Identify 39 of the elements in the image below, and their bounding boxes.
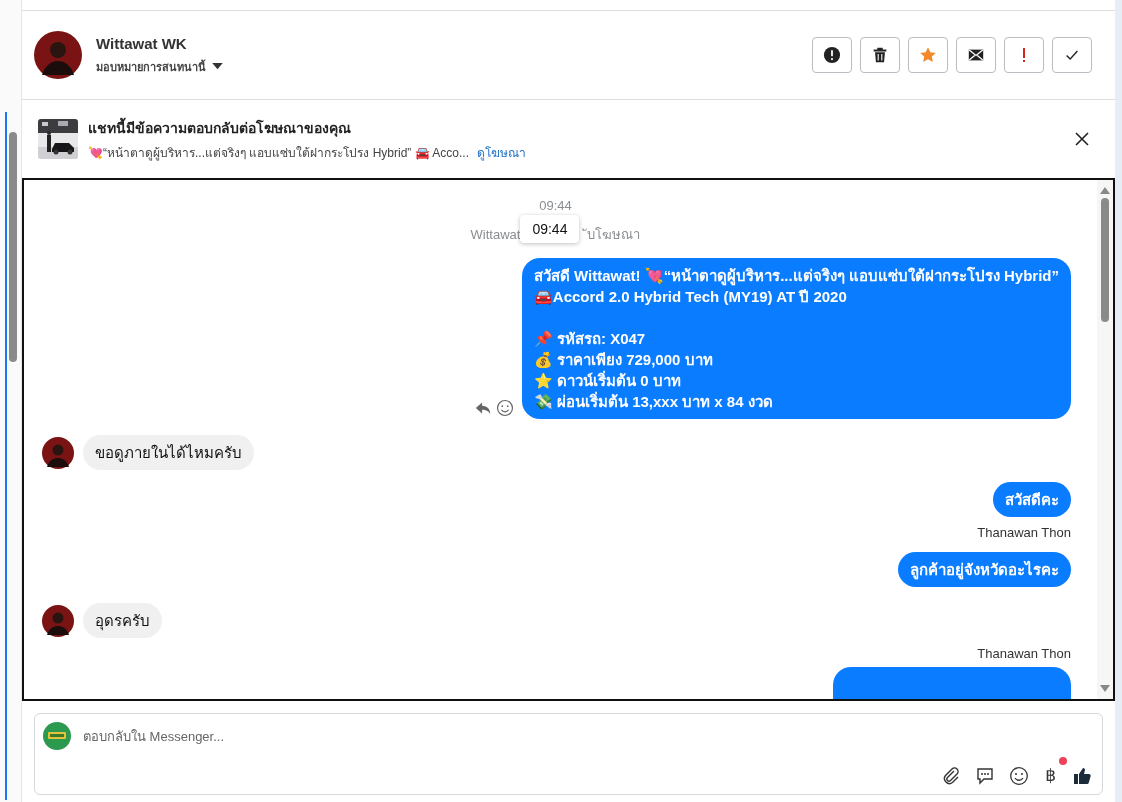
ad-reply-title: แชทนี้มีข้อความตอบกลับต่อโฆษณาของคุณ — [88, 116, 352, 139]
message-bubble: ลูกค้าอยู่จังหวัดอะไรคะ — [898, 552, 1071, 587]
star-icon — [919, 46, 937, 64]
sender-name: Thanawan Thon — [977, 525, 1071, 540]
ad-snippet: 💘“หน้าตาดูผู้บริหาร...แต่จริงๆ แอบแซ่บใต้ฝากระโปรง Hybrid” 🚘 Acco... — [88, 144, 470, 162]
scrollbar[interactable] — [1097, 180, 1113, 699]
message-bubble: สวัสดี Wittawat! 💘“หน้าตาดูผู้บริหาร...แต่จริงๆ แอบแซ่บใต้ฝากระโปรง Hybrid” 🚘Accord 2.0 Hybrid Tech (MY19) AT ปี 2020 📌 รหัสรถ: X047 💰 ราคาเพียง 729,000 บาท ⭐ ดาวน์เริ่มต้น 0 บาท 💸 ผ่อนเริ่มต้น 13,xxx บาท x 84 งวด — [521, 258, 1071, 419]
message-bubble: สวัสดีคะ — [993, 482, 1071, 517]
contact-name: Wittawat WK — [96, 34, 188, 52]
thumbs-up-icon[interactable] — [1072, 765, 1092, 786]
message-bubble: ขอดูภายในได้ไหมครับ — [83, 435, 254, 470]
message-bubble: อุดรครับ — [83, 603, 162, 638]
scroll-thumb[interactable] — [1101, 198, 1109, 322]
delete-button[interactable] — [860, 37, 900, 73]
paperclip-icon[interactable] — [941, 765, 962, 786]
avatar — [42, 436, 74, 469]
timestamp: 09:44 — [539, 198, 572, 213]
system-note: ับโฆษณา — [579, 221, 641, 246]
scroll-down-icon[interactable] — [1100, 685, 1110, 693]
chat-icon[interactable] — [975, 765, 996, 786]
alert-icon — [823, 46, 841, 64]
trash-icon — [871, 46, 889, 64]
emoji-icon[interactable] — [1009, 765, 1030, 786]
avatar — [34, 31, 82, 79]
payment-button[interactable]: ฿ — [1043, 765, 1058, 786]
sender-name: Thanawan Thon — [977, 646, 1071, 661]
emoji-icon[interactable] — [495, 399, 514, 417]
scrollbar[interactable] — [5, 112, 19, 800]
time-tooltip: 09:44 — [520, 214, 580, 243]
scroll-up-icon[interactable] — [1100, 186, 1110, 194]
caret-icon — [212, 63, 223, 70]
assign-dropdown[interactable]: มอบหมายการสนทนานี้ — [96, 57, 223, 76]
system-note: Wittawat — [470, 226, 521, 244]
view-ad-link[interactable]: ดูโฆษณา — [477, 142, 527, 162]
avatar — [42, 604, 74, 637]
mail-button[interactable] — [956, 37, 996, 73]
page-avatar — [43, 722, 71, 750]
star-button[interactable] — [908, 37, 948, 73]
alert-button[interactable] — [812, 37, 852, 73]
